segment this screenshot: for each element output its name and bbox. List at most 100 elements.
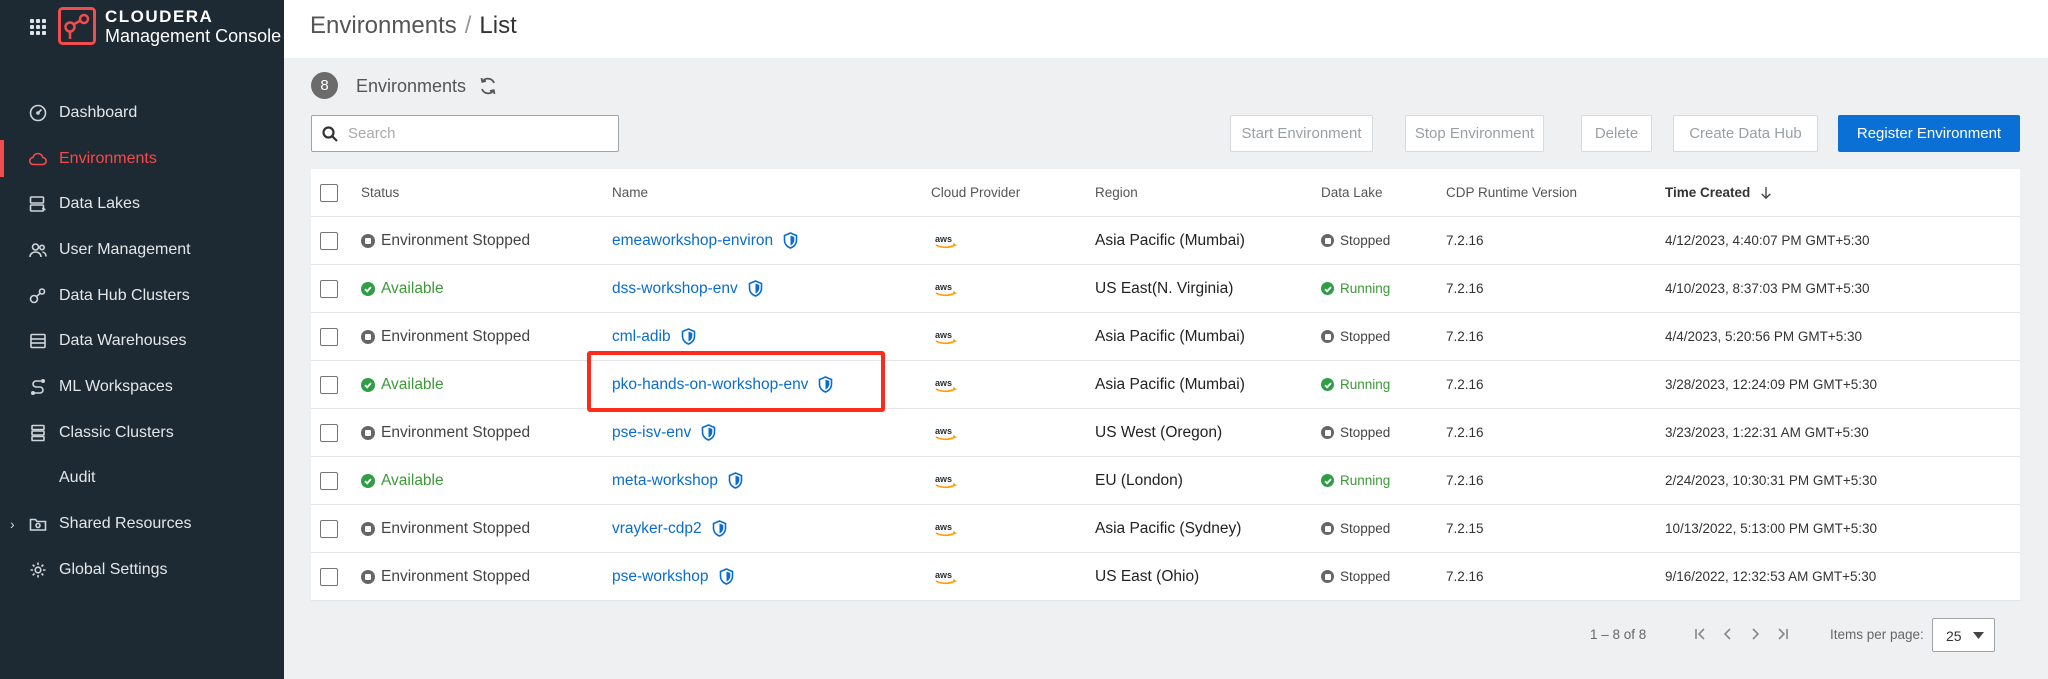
- sort-descending-icon[interactable]: [1760, 186, 1772, 200]
- breadcrumb-separator: /: [464, 12, 472, 39]
- runtime-cell: 7.2.15: [1446, 521, 1484, 536]
- chevron-right-icon[interactable]: ›: [10, 516, 15, 532]
- time-created-cell: 9/16/2022, 12:32:53 AM GMT+5:30: [1665, 569, 1877, 584]
- svg-text:aws: aws: [935, 330, 952, 340]
- dropdown-arrow-icon: [1973, 632, 1984, 639]
- environment-name-link[interactable]: pse-workshop: [612, 568, 709, 586]
- sidebar-item-data-warehouses[interactable]: Data Warehouses: [0, 318, 284, 364]
- sidebar-item-global-settings[interactable]: Global Settings: [0, 547, 284, 593]
- environment-name-link[interactable]: dss-workshop-env: [612, 280, 738, 298]
- datalake-stopped-icon: [1321, 522, 1334, 535]
- status-text: Available: [381, 375, 444, 393]
- row-checkbox[interactable]: [320, 519, 338, 538]
- previous-page-icon[interactable]: [1719, 625, 1737, 643]
- table-row[interactable]: Environment Stopped emeaworkshop-environ a…: [311, 217, 2020, 265]
- create-data-hub-button[interactable]: Create Data Hub: [1673, 115, 1818, 152]
- aws-logo-icon: aws: [935, 426, 957, 440]
- status-cell: Environment Stopped: [361, 553, 530, 600]
- audit-icon: [28, 468, 48, 488]
- brand-name: CLOUDERA: [105, 7, 214, 26]
- table-header: Status Name Cloud Provider Region Data L…: [311, 169, 2020, 217]
- datalake-status-text: Stopped: [1340, 233, 1391, 248]
- shield-icon: [681, 328, 695, 345]
- sidebar-item-environments[interactable]: Environments: [0, 136, 284, 182]
- dashboard-icon: [29, 104, 47, 122]
- first-page-icon[interactable]: [1692, 625, 1710, 643]
- stop-environment-button[interactable]: Stop Environment: [1405, 115, 1544, 152]
- aws-logo-icon: aws: [935, 378, 957, 392]
- svg-text:aws: aws: [935, 474, 952, 484]
- status-stopped-icon: [361, 569, 375, 584]
- search-input[interactable]: [348, 116, 608, 151]
- shield-icon: [712, 520, 726, 537]
- sidebar-item-classic-clusters[interactable]: Classic Clusters: [0, 410, 284, 456]
- table-row[interactable]: Available pko-hands-on-workshop-env aws Asi…: [311, 361, 2020, 409]
- table-row[interactable]: Available meta-workshop aws EU (London) Runn…: [311, 457, 2020, 505]
- column-header-status[interactable]: Status: [361, 169, 399, 216]
- start-environment-button[interactable]: Start Environment: [1230, 115, 1373, 152]
- column-header-runtime[interactable]: CDP Runtime Version: [1446, 169, 1577, 216]
- column-header-region[interactable]: Region: [1095, 169, 1138, 216]
- items-per-page-select[interactable]: 25: [1932, 618, 1995, 652]
- environment-name-link[interactable]: cml-adib: [612, 328, 671, 346]
- sidebar-item-audit[interactable]: Audit: [0, 456, 284, 502]
- name-cell: emeaworkshop-environ: [612, 217, 798, 264]
- breadcrumb-environments[interactable]: Environments: [310, 12, 457, 39]
- cloud-provider-cell: aws: [934, 553, 958, 600]
- environment-name-link[interactable]: meta-workshop: [612, 472, 718, 490]
- items-per-page-value: 25: [1946, 628, 1962, 644]
- select-all-checkbox[interactable]: [320, 183, 338, 202]
- column-header-cloud-provider[interactable]: Cloud Provider: [931, 169, 1020, 216]
- datalake-cell: Stopped: [1321, 217, 1390, 264]
- row-checkbox[interactable]: [320, 567, 338, 586]
- sidebar-item-dashboard[interactable]: Dashboard: [0, 90, 284, 136]
- aws-logo-icon: aws: [935, 474, 957, 488]
- sidebar-item-data-lakes[interactable]: Data Lakes: [0, 181, 284, 227]
- status-cell: Available: [361, 457, 444, 504]
- register-environment-button[interactable]: Register Environment: [1838, 115, 2020, 152]
- datalake-cell: Stopped: [1321, 505, 1390, 552]
- next-page-icon[interactable]: [1746, 625, 1764, 643]
- runtime-cell: 7.2.16: [1446, 377, 1484, 392]
- aws-logo-icon: aws: [935, 330, 957, 344]
- row-checkbox[interactable]: [320, 423, 338, 442]
- table-row[interactable]: Environment Stopped vrayker-cdp2 aws Asia P…: [311, 505, 2020, 553]
- aws-logo-icon: aws: [935, 282, 957, 296]
- shield-icon: [748, 280, 763, 297]
- status-text: Environment Stopped: [381, 423, 531, 441]
- environment-name-link[interactable]: pse-isv-env: [612, 424, 691, 442]
- brand[interactable]: CLOUDERA Management Console: [105, 8, 281, 46]
- sidebar-item-user-management[interactable]: User Management: [0, 227, 284, 273]
- breadcrumb-current: List: [479, 12, 517, 39]
- environment-count-badge: 8: [311, 72, 338, 99]
- table-row[interactable]: Environment Stopped cml-adib aws Asia Pacif…: [311, 313, 2020, 361]
- pagination-range: 1 – 8 of 8: [1590, 627, 1647, 642]
- column-header-data-lake[interactable]: Data Lake: [1321, 169, 1383, 216]
- last-page-icon[interactable]: [1773, 625, 1791, 643]
- status-stopped-icon: [361, 329, 375, 344]
- table-row[interactable]: Available dss-workshop-env aws US East(N. V…: [311, 265, 2020, 313]
- row-checkbox[interactable]: [320, 279, 338, 298]
- region-cell: US East(N. Virginia): [1095, 279, 1234, 297]
- sidebar-item-ml-workspaces[interactable]: ML Workspaces: [0, 364, 284, 410]
- datalake-cell: Stopped: [1321, 409, 1390, 456]
- sidebar-item-shared-resources[interactable]: › Shared Resources: [0, 501, 284, 547]
- datalake-cell: Running: [1321, 457, 1390, 504]
- row-checkbox[interactable]: [320, 231, 338, 250]
- environment-name-link[interactable]: vrayker-cdp2: [612, 520, 702, 538]
- row-checkbox[interactable]: [320, 327, 338, 346]
- region-cell: Asia Pacific (Mumbai): [1095, 327, 1245, 345]
- row-checkbox[interactable]: [320, 471, 338, 490]
- delete-button[interactable]: Delete: [1581, 115, 1652, 152]
- row-checkbox[interactable]: [320, 375, 338, 394]
- sidebar-item-label: User Management: [59, 240, 191, 258]
- column-header-time-created[interactable]: Time Created: [1665, 169, 1772, 216]
- sidebar-item-data-hub-clusters[interactable]: Data Hub Clusters: [0, 273, 284, 319]
- table-row[interactable]: Environment Stopped pse-workshop aws US Eas…: [311, 553, 2020, 601]
- app-switcher-icon[interactable]: [30, 19, 46, 35]
- table-row[interactable]: Environment Stopped pse-isv-env aws US West…: [311, 409, 2020, 457]
- environment-name-link[interactable]: emeaworkshop-environ: [612, 232, 773, 250]
- refresh-icon[interactable]: [477, 75, 499, 97]
- status-available-icon: [361, 473, 375, 488]
- column-header-name[interactable]: Name: [612, 169, 648, 216]
